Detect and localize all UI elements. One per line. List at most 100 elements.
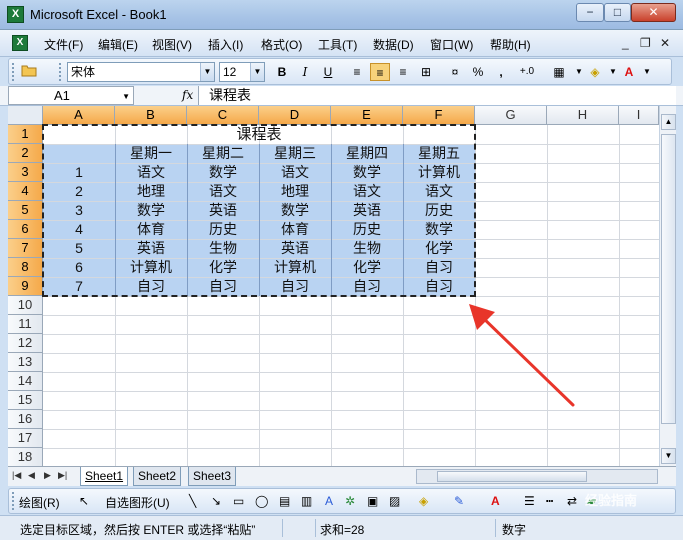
row-header[interactable]: 17	[8, 429, 43, 448]
draw-menu-button[interactable]: 绘图(R)	[19, 494, 60, 511]
italic-button[interactable]: I	[295, 63, 315, 81]
column-header-i[interactable]: I	[619, 106, 659, 125]
percent-button[interactable]: %	[468, 63, 488, 81]
toolbar-grip[interactable]	[12, 492, 15, 510]
menu-insert[interactable]: 插入(I)	[208, 36, 243, 53]
horizontal-scroll-thumb[interactable]	[437, 471, 587, 482]
bold-button[interactable]: B	[272, 63, 292, 81]
row-header[interactable]: 10	[8, 296, 43, 315]
column-header-a[interactable]: A	[43, 106, 115, 125]
row-header[interactable]: 12	[8, 334, 43, 353]
toolbar-grip[interactable]	[59, 63, 62, 81]
align-center-icon[interactable]: ≡	[370, 63, 390, 81]
fill-color-icon[interactable]: ◈	[419, 494, 428, 508]
chevron-down-icon[interactable]: ▼	[200, 63, 214, 81]
column-header-b[interactable]: B	[115, 106, 187, 125]
name-box[interactable]: A1 ▼	[8, 86, 134, 105]
column-header-d[interactable]: D	[259, 106, 331, 125]
scroll-up-icon[interactable]: ▲	[661, 114, 676, 130]
line-style-icon[interactable]: ☰	[524, 494, 535, 508]
toolbar-grip[interactable]	[12, 63, 15, 81]
select-all-corner[interactable]	[8, 106, 43, 125]
currency-icon[interactable]: ¤	[445, 63, 465, 81]
chevron-down-icon[interactable]: ▼	[122, 88, 130, 105]
open-folder-icon[interactable]	[19, 63, 39, 81]
doc-close-button[interactable]: ✕	[660, 36, 670, 50]
increase-decimal-button[interactable]: +.0	[514, 63, 540, 81]
last-sheet-icon[interactable]: ▶|	[58, 470, 67, 481]
merge-center-icon[interactable]: ⊞	[416, 63, 436, 81]
picture-icon[interactable]: ▨	[389, 494, 400, 508]
row-header[interactable]: 11	[8, 315, 43, 334]
sheet-tab-1[interactable]: Sheet1	[80, 467, 129, 486]
row-header[interactable]: 15	[8, 391, 43, 410]
row-header[interactable]: 2	[8, 144, 43, 163]
chevron-down-icon[interactable]: ▼	[637, 63, 657, 81]
maximize-button[interactable]: □	[604, 3, 631, 22]
row-header[interactable]: 7	[8, 239, 43, 258]
underline-button[interactable]: U	[318, 63, 338, 81]
font-name-select[interactable]: 宋体 ▼	[67, 62, 215, 82]
autoshapes-button[interactable]: 自选图形(U)	[105, 494, 170, 511]
vertical-textbox-icon[interactable]: ▥	[301, 494, 312, 508]
column-header-h[interactable]: H	[547, 106, 619, 125]
close-button[interactable]: ✕	[631, 3, 676, 22]
column-header-c[interactable]: C	[187, 106, 259, 125]
sheet-tab-3[interactable]: Sheet3	[188, 467, 237, 486]
align-right-icon[interactable]: ≡	[393, 63, 413, 81]
row-header[interactable]: 6	[8, 220, 43, 239]
first-sheet-icon[interactable]: |◀	[12, 470, 21, 481]
row-header[interactable]: 8	[8, 258, 43, 277]
wordart-icon[interactable]: A	[325, 494, 333, 508]
row-header[interactable]: 13	[8, 353, 43, 372]
doc-restore-button[interactable]: ❐	[640, 36, 651, 50]
select-objects-icon[interactable]: ↖	[79, 494, 89, 508]
chevron-down-icon[interactable]: ▼	[250, 63, 264, 81]
horizontal-scrollbar[interactable]	[416, 469, 658, 484]
excel-app-icon[interactable]: X	[7, 6, 24, 23]
next-sheet-icon[interactable]: ▶	[44, 470, 51, 481]
vertical-scrollbar[interactable]: ▲ ▼	[659, 106, 676, 466]
column-header-e[interactable]: E	[331, 106, 403, 125]
font-size-select[interactable]: 12 ▼	[219, 62, 265, 82]
doc-minimize-button[interactable]: _	[622, 36, 629, 50]
workbook-icon[interactable]: X	[12, 35, 28, 51]
comma-button[interactable]: ,	[491, 63, 511, 81]
row-header[interactable]: 4	[8, 182, 43, 201]
row-header[interactable]: 18	[8, 448, 43, 466]
formula-input[interactable]: 课程表	[198, 86, 676, 105]
borders-icon[interactable]: ▦	[549, 63, 569, 81]
line-icon[interactable]: ╲	[189, 494, 196, 508]
vertical-scroll-thumb[interactable]	[661, 134, 676, 424]
column-header-f[interactable]: F	[403, 106, 475, 125]
minimize-button[interactable]: −	[576, 3, 604, 22]
font-color-icon[interactable]: A	[619, 63, 639, 81]
insert-function-icon[interactable]: fx	[182, 88, 193, 102]
dash-style-icon[interactable]: ┅	[546, 494, 553, 508]
oval-icon[interactable]: ◯	[255, 494, 268, 508]
font-color-icon[interactable]: A	[491, 494, 500, 508]
textbox-icon[interactable]: ▤	[279, 494, 290, 508]
row-header[interactable]: 16	[8, 410, 43, 429]
diagram-icon[interactable]: ✲	[345, 494, 355, 508]
row-header[interactable]: 5	[8, 201, 43, 220]
rectangle-icon[interactable]: ▭	[233, 494, 244, 508]
menu-tools[interactable]: 工具(T)	[318, 36, 357, 53]
arrow-style-icon[interactable]: ⇄	[567, 494, 577, 508]
row-header[interactable]: 1	[8, 125, 43, 144]
menu-edit[interactable]: 编辑(E)	[98, 36, 138, 53]
column-header-g[interactable]: G	[475, 106, 547, 125]
fill-color-icon[interactable]: ◈	[585, 63, 605, 81]
row-header[interactable]: 14	[8, 372, 43, 391]
row-header[interactable]: 9	[8, 277, 43, 296]
align-left-icon[interactable]: ≡	[347, 63, 367, 81]
menu-window[interactable]: 窗口(W)	[430, 36, 473, 53]
scroll-down-icon[interactable]: ▼	[661, 448, 676, 464]
clipart-icon[interactable]: ▣	[367, 494, 378, 508]
line-color-icon[interactable]: ✎	[454, 494, 464, 508]
sheet-tab-2[interactable]: Sheet2	[133, 467, 182, 486]
menu-help[interactable]: 帮助(H)	[490, 36, 531, 53]
arrow-icon[interactable]: ↘	[211, 494, 221, 508]
menu-file[interactable]: 文件(F)	[44, 36, 83, 53]
menu-data[interactable]: 数据(D)	[373, 36, 414, 53]
